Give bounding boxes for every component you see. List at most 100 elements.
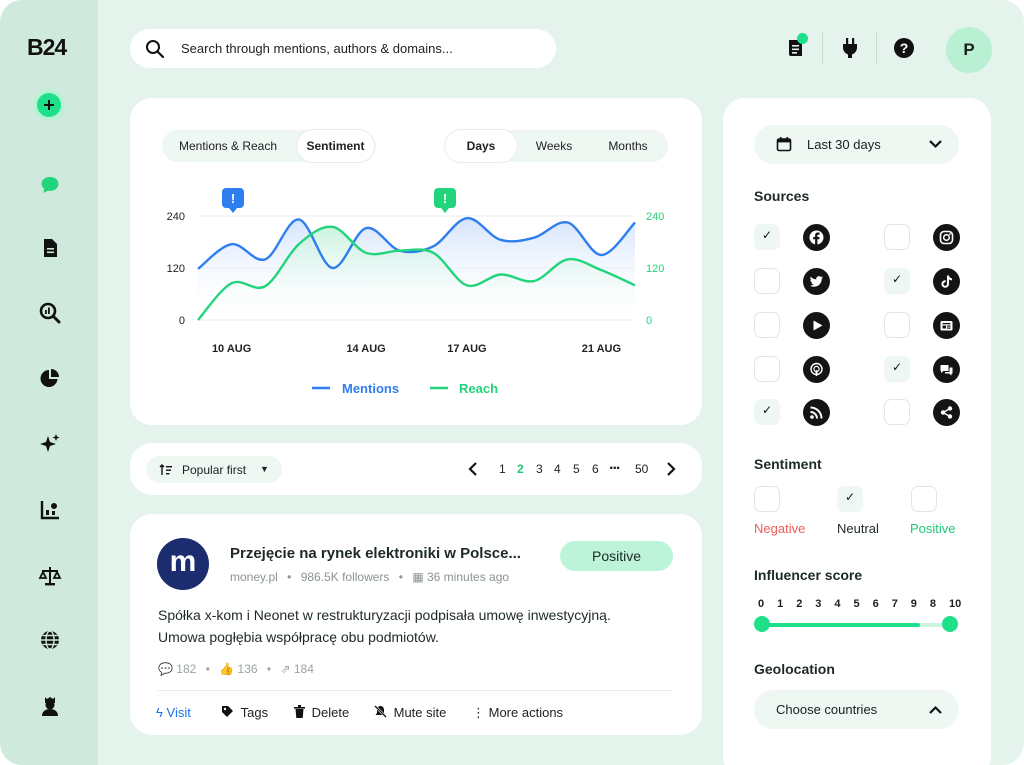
engagement-stats: 💬 182 • 👍 136 • ⇗ 184 [158, 662, 314, 676]
score-slider-min-handle[interactable] [754, 616, 770, 632]
page-5[interactable]: 5 [573, 462, 580, 476]
score-tick: 1 [777, 598, 784, 610]
source-checkbox-tiktok[interactable] [884, 268, 910, 294]
geolocation-title: Geolocation [754, 661, 835, 677]
page-50[interactable]: 50 [635, 462, 648, 476]
source-checkbox-forums[interactable] [884, 356, 910, 382]
score-slider-track[interactable] [762, 623, 950, 627]
chart-card: Mentions & Reach Sentiment Days Weeks Mo… [130, 98, 702, 425]
mention-time: 36 minutes ago [427, 570, 510, 584]
page-3[interactable]: 3 [536, 462, 543, 476]
help-icon[interactable]: ? [892, 36, 916, 60]
country-select[interactable]: Choose countries [754, 690, 959, 729]
lightning-icon: ϟ [156, 705, 163, 720]
page-ellipsis: ... [609, 456, 620, 473]
mentions-icon[interactable] [37, 172, 63, 198]
page-4[interactable]: 4 [554, 462, 561, 476]
x-tick: 10 AUG [212, 343, 251, 355]
score-tick: 6 [872, 598, 879, 610]
score-slider-max-handle[interactable] [942, 616, 958, 632]
score-tick: 0 [758, 598, 765, 610]
delete-label: Delete [311, 705, 350, 720]
chevron-down-icon [929, 140, 942, 149]
source-checkbox-youtube[interactable] [754, 312, 780, 338]
mention-title[interactable]: Przejęcie na rynek elektroniki w Polsce.… [230, 545, 521, 562]
ai-sparkle-icon[interactable] [37, 431, 63, 457]
twitter-icon [803, 268, 830, 295]
source-checkbox-web[interactable] [884, 399, 910, 425]
score-tick: 9 [910, 598, 917, 610]
y-tick-right: 240 [646, 211, 664, 223]
add-project-button[interactable] [33, 89, 65, 121]
caret-down-icon: ▼ [260, 464, 269, 474]
source-checkbox-blogs[interactable] [754, 399, 780, 425]
user-avatar[interactable]: P [946, 27, 992, 73]
page-6[interactable]: 6 [592, 462, 599, 476]
rss-icon [803, 399, 830, 426]
reports-icon[interactable] [37, 235, 63, 261]
bell-off-icon [374, 705, 387, 718]
y-tick-right: 0 [646, 315, 652, 327]
visit-button[interactable]: ϟ Visit [156, 705, 191, 720]
chevron-right-icon[interactable] [665, 462, 677, 476]
delete-button[interactable]: Delete [294, 705, 349, 720]
followers-count: 986.5K followers [300, 570, 390, 584]
mute-label: Mute site [393, 705, 447, 720]
mention-body: Spółka x-kom i Neonet w restrukturyzacji… [158, 604, 678, 648]
influencer-icon[interactable] [37, 693, 63, 719]
source-checkbox-news[interactable] [884, 312, 910, 338]
page-2[interactable]: 2 [517, 462, 524, 476]
page-1[interactable]: 1 [499, 462, 506, 476]
sort-icon [159, 464, 172, 475]
compare-icon[interactable] [37, 563, 63, 589]
score-tick: 10 [949, 598, 962, 610]
date-range-dropdown[interactable]: Last 30 days [754, 125, 959, 164]
sentiment-checkbox-negative[interactable] [754, 486, 780, 512]
shares-count: 184 [293, 662, 314, 676]
tags-button[interactable]: Tags [221, 705, 268, 720]
sentiment-checkbox-neutral[interactable] [837, 486, 863, 512]
plus-icon [37, 93, 61, 117]
sidebar: B24 [0, 0, 98, 765]
country-select-placeholder: Choose countries [776, 702, 878, 717]
search-input[interactable]: Search through mentions, authors & domai… [181, 41, 453, 56]
source-checkbox-facebook[interactable] [754, 224, 780, 250]
sort-label: Popular first [182, 463, 247, 477]
divider [876, 32, 877, 64]
date-range-label: Last 30 days [807, 137, 881, 152]
sentiment-badge[interactable]: Positive [560, 541, 673, 571]
stats-icon[interactable] [37, 497, 63, 523]
visit-label: Visit [166, 705, 191, 720]
score-tick: 3 [815, 598, 822, 610]
integrations-plug-icon[interactable] [838, 36, 862, 60]
comment-icon: 💬 [158, 662, 173, 676]
source-checkbox-podcasts[interactable] [754, 356, 780, 382]
sentiment-checkbox-positive[interactable] [911, 486, 937, 512]
score-tick: 7 [891, 598, 898, 610]
chevron-up-icon [929, 705, 942, 714]
news-icon [933, 312, 960, 339]
score-tick: 8 [929, 598, 937, 610]
search-bar[interactable]: Search through mentions, authors & domai… [130, 29, 556, 68]
line-chart: 24012002401200 10 AUG 14 AUG 17 AUG 21 AUG … [167, 188, 664, 396]
alert-marker[interactable]: ! [434, 188, 456, 213]
divider [158, 690, 672, 691]
source-checkbox-instagram[interactable] [884, 224, 910, 250]
y-tick-left: 120 [167, 263, 185, 275]
chevron-left-icon[interactable] [467, 462, 479, 476]
sort-dropdown[interactable]: Popular first ▼ [146, 456, 282, 483]
mention-meta: money.pl • 986.5K followers • ▦ 36 minut… [230, 570, 510, 584]
analysis-icon[interactable] [37, 300, 63, 326]
alert-marker[interactable]: ! [222, 188, 244, 213]
global-icon[interactable] [37, 627, 63, 653]
x-tick: 17 AUG [447, 343, 486, 355]
pie-chart-icon[interactable] [37, 365, 63, 391]
facebook-icon [803, 224, 830, 251]
mute-site-button[interactable]: Mute site [374, 705, 446, 720]
source-name[interactable]: money.pl [230, 570, 278, 584]
share-icon: ⇗ [280, 662, 291, 676]
calendar-icon: ▦ [412, 570, 424, 584]
more-actions-button[interactable]: ⋮ More actions [472, 705, 563, 721]
source-checkbox-twitter[interactable] [754, 268, 780, 294]
y-tick-right: 120 [646, 263, 664, 275]
